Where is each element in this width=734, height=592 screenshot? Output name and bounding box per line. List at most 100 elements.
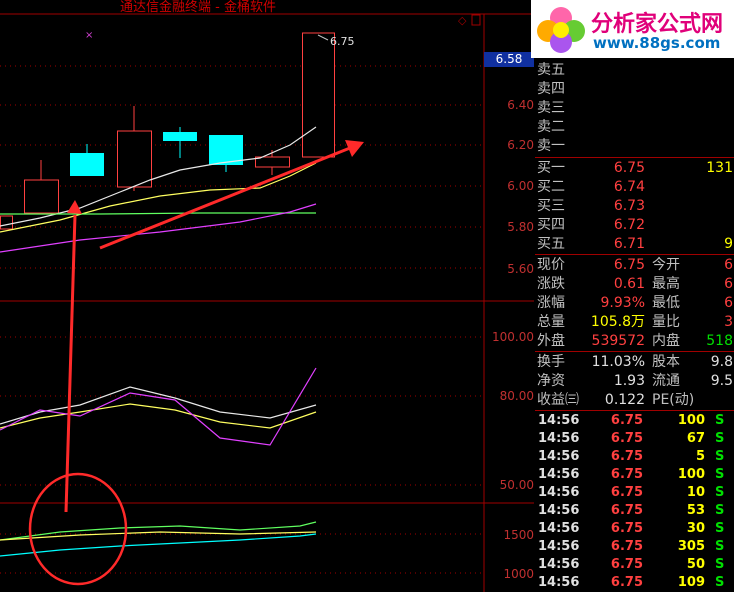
trade-time: 14:56 xyxy=(538,557,580,572)
quote-value: 0.61 xyxy=(613,276,645,292)
buy-level-row[interactable]: 买五 6.71 9 xyxy=(535,235,734,254)
sell-level-row[interactable]: 卖三 xyxy=(535,99,734,118)
indicator-tick-label: 100.00 xyxy=(492,330,534,344)
trade-time: 14:56 xyxy=(538,431,580,446)
trade-row[interactable]: 14:56 6.75 50 S xyxy=(535,556,734,574)
trade-row[interactable]: 14:56 6.75 10 S xyxy=(535,484,734,502)
trade-volume: 30 xyxy=(686,521,705,536)
fundamental-label: 流通 xyxy=(652,373,680,389)
price-tick-label: 5.60 xyxy=(507,262,534,276)
order-price: 6.73 xyxy=(613,198,645,214)
quote-label: 涨幅 xyxy=(537,295,565,311)
trade-side: S xyxy=(715,431,725,446)
order-level-label: 卖五 xyxy=(537,62,565,78)
trade-side: S xyxy=(715,575,725,590)
trade-time: 14:56 xyxy=(538,449,580,464)
indicator-tick-label: 50.00 xyxy=(499,478,534,492)
trade-time: 14:56 xyxy=(538,503,580,518)
diamond-icon: ◇ xyxy=(458,14,467,27)
order-price: 6.71 xyxy=(613,236,645,252)
trade-row[interactable]: 14:56 6.75 30 S xyxy=(535,520,734,538)
trade-side: S xyxy=(715,503,725,518)
logo-url: www.88gs.com xyxy=(593,34,721,52)
trade-volume: 100 xyxy=(677,413,705,428)
sell-level-row[interactable]: 卖一 xyxy=(535,137,734,156)
trade-volume: 67 xyxy=(686,431,705,446)
sell-level-row[interactable]: 卖五 xyxy=(535,61,734,80)
kline-chart[interactable]: ◇ × 6.75 xyxy=(0,0,534,592)
quote-value: 105.8万 xyxy=(590,314,645,330)
candle-body xyxy=(70,153,104,176)
trade-row[interactable]: 14:56 6.75 53 S xyxy=(535,502,734,520)
quote-row[interactable]: 涨跌 0.61 最高 6 xyxy=(535,275,734,294)
candle-body xyxy=(302,32,335,158)
trade-row[interactable]: 14:56 6.75 67 S xyxy=(535,430,734,448)
trade-price: 6.75 xyxy=(610,575,643,590)
divider xyxy=(535,157,734,158)
indicator-line xyxy=(0,367,317,446)
order-price: 6.75 xyxy=(613,160,645,176)
quote-value: 6.75 xyxy=(613,257,645,273)
trade-volume: 100 xyxy=(677,467,705,482)
order-level-label: 买一 xyxy=(537,160,565,176)
buy-level-row[interactable]: 买三 6.73 xyxy=(535,197,734,216)
candle-body xyxy=(255,156,290,168)
order-level-label: 买四 xyxy=(537,217,565,233)
fundamental-row[interactable]: 收益㈢ 0.122 PE(动) xyxy=(535,391,734,410)
trade-volume: 109 xyxy=(677,575,705,590)
trade-time: 14:56 xyxy=(538,467,580,482)
fundamental-row[interactable]: 换手 11.03% 股本 9.8 xyxy=(535,353,734,372)
volume-tick-label: 1000 xyxy=(503,567,534,581)
divider xyxy=(535,351,734,352)
fundamental-label: 换手 xyxy=(537,354,565,370)
quote-value: 6 xyxy=(724,295,733,311)
trade-row[interactable]: 14:56 6.75 5 S xyxy=(535,448,734,466)
window-title: 通达信金融终端 - 金桶软件 xyxy=(120,0,276,15)
candle-body xyxy=(117,130,152,188)
order-price: 6.72 xyxy=(613,217,645,233)
marker-cross-icon: × xyxy=(85,30,93,41)
quote-row[interactable]: 外盘 539572 内盘 518 xyxy=(535,332,734,351)
sell-level-row[interactable]: 卖四 xyxy=(535,80,734,99)
order-level-label: 买五 xyxy=(537,236,565,252)
trade-volume: 50 xyxy=(686,557,705,572)
fundamental-value: 9.5 xyxy=(710,373,733,389)
quote-row[interactable]: 涨幅 9.93% 最低 6 xyxy=(535,294,734,313)
sell-level-row[interactable]: 卖二 xyxy=(535,118,734,137)
window-title-bar: 通达信金融终端 - 金桶软件 xyxy=(0,0,534,15)
quote-label: 涨跌 xyxy=(537,276,565,292)
current-price-tag: 6.58 xyxy=(484,52,534,67)
quote-row[interactable]: 总量 105.8万 量比 3 xyxy=(535,313,734,332)
buy-level-row[interactable]: 买四 6.72 xyxy=(535,216,734,235)
quote-value: 9.93% xyxy=(600,295,645,311)
trade-row[interactable]: 14:56 6.75 100 S xyxy=(535,466,734,484)
trade-side: S xyxy=(715,521,725,536)
trade-time: 14:56 xyxy=(538,485,580,500)
divider xyxy=(535,254,734,255)
order-level-label: 买三 xyxy=(537,198,565,214)
trade-side: S xyxy=(715,557,725,572)
window-icon xyxy=(471,14,481,26)
trade-row[interactable]: 14:56 6.75 305 S xyxy=(535,538,734,556)
quote-label: 今开 xyxy=(652,257,680,273)
fundamental-value: 0.122 xyxy=(604,392,645,408)
trade-time: 14:56 xyxy=(538,575,580,590)
fundamental-value: 9.8 xyxy=(710,354,733,370)
indicator-line xyxy=(0,386,317,425)
arrowhead-icon xyxy=(67,200,82,214)
trade-row[interactable]: 14:56 6.75 100 S xyxy=(535,412,734,430)
trade-volume: 5 xyxy=(695,449,705,464)
fundamental-value: 1.93 xyxy=(613,373,645,389)
order-volume: 131 xyxy=(706,160,733,176)
order-level-label: 卖四 xyxy=(537,81,565,97)
high-price-label: 6.75 xyxy=(330,35,355,48)
fundamental-label: 净资 xyxy=(537,373,565,389)
trade-row[interactable]: 14:56 6.75 109 S xyxy=(535,574,734,592)
quote-row[interactable]: 现价 6.75 今开 6 xyxy=(535,256,734,275)
order-level-label: 卖一 xyxy=(537,138,565,154)
trade-price: 6.75 xyxy=(610,413,643,428)
fundamental-row[interactable]: 净资 1.93 流通 9.5 xyxy=(535,372,734,391)
buy-level-row[interactable]: 买一 6.75 131 xyxy=(535,159,734,178)
quote-label: 总量 xyxy=(537,314,565,330)
buy-level-row[interactable]: 买二 6.74 xyxy=(535,178,734,197)
